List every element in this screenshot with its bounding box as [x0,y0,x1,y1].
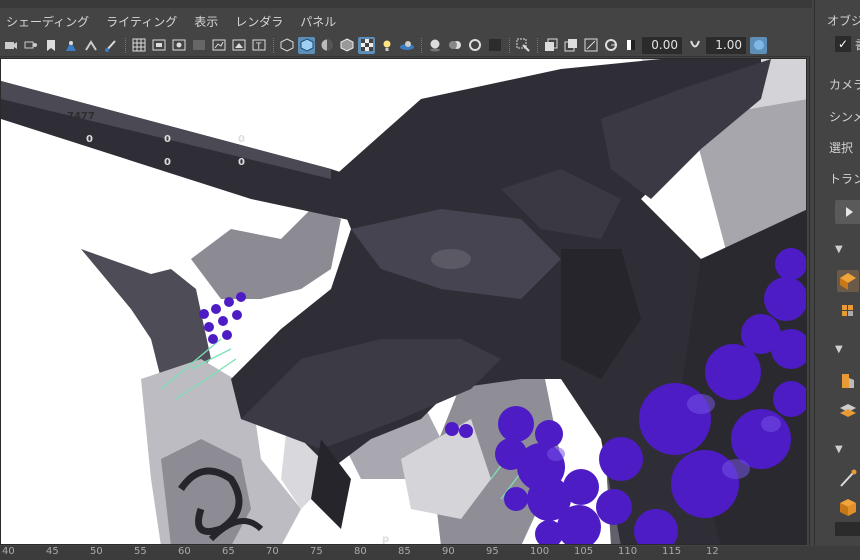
panel-toolbar: T 0.00 1.00 [0,34,810,57]
layers-tool-icon[interactable] [837,400,859,422]
hud-value: 0 [164,134,171,145]
side-scrollbar[interactable] [835,522,860,536]
curve-tool-icon[interactable] [837,468,859,490]
screen-space-ao-icon[interactable] [426,37,443,54]
bookmark-icon[interactable] [42,37,59,54]
camera-select-icon[interactable] [2,37,19,54]
two-d-pan-icon[interactable] [82,37,99,54]
timeline-tick: 45 [46,546,59,557]
shelf-tool-icon[interactable] [837,270,859,292]
grid-icon[interactable] [130,37,147,54]
timeline-tick: 50 [90,546,103,557]
hud-value: 0 [86,134,93,145]
toolbar-separator [509,37,511,53]
viewport-3d[interactable]: 7477 0 0 0 0 0 p [0,58,807,545]
side-checkbox[interactable]: ✓ [835,36,851,52]
depth-of-field-icon[interactable] [486,37,503,54]
side-row-camera[interactable]: カメラ [815,76,860,93]
side-row-transform[interactable]: トラン [815,170,860,187]
menu-show[interactable]: 表示 [194,13,218,30]
timeline-ruler[interactable]: 40 45 50 55 60 65 70 75 80 85 90 95 100 … [0,546,860,560]
timeline-tick: 12 [706,546,719,557]
timeline-tick: 80 [354,546,367,557]
default-material-icon[interactable] [318,37,335,54]
side-row-selection[interactable]: 選択 [815,139,860,156]
viewport-panel: シェーディング ライティング 表示 レンダラ パネル T 0.00 1.00 7… [0,8,810,545]
multisample-aa-icon[interactable] [466,37,483,54]
hud-value: 0 [164,157,171,168]
timeline-tick: 85 [398,546,411,557]
top-strip [0,0,812,8]
grease-pencil-icon[interactable] [102,37,119,54]
timeline-tick: 95 [486,546,499,557]
shadows-icon[interactable] [398,37,415,54]
timeline-tick: 115 [662,546,682,557]
timeline-tick: 90 [442,546,455,557]
timeline-tick: 100 [530,546,550,557]
panel-menu-bar: シェーディング ライティング 表示 レンダラ パネル [0,8,810,34]
grid-tool-icon[interactable] [837,300,859,322]
toolbar-separator [537,37,539,53]
menu-lighting[interactable]: ライティング [106,13,177,30]
safe-title-icon[interactable]: T [250,37,267,54]
gamma-field[interactable]: 1.00 [706,36,746,54]
use-all-lights-icon[interactable] [378,37,395,54]
gamma-icon[interactable] [686,37,703,54]
play-icon [846,207,853,217]
attribute-side-panel: オブジ ✓ 書 カメラ シンメ 選択 トラン ▼ ▼ ▼ [814,0,860,546]
exposure-field[interactable]: 0.00 [642,36,682,54]
xray-joints-icon[interactable] [582,37,599,54]
xray-icon[interactable] [542,37,559,54]
timeline-tick: 105 [574,546,594,557]
field-chart-icon[interactable] [210,37,227,54]
camera-attributes-icon[interactable] [22,37,39,54]
side-tab-object[interactable]: オブジ [815,12,860,29]
wireframe-icon[interactable] [278,37,295,54]
timeline-tick: 65 [222,546,235,557]
color-management-icon[interactable] [750,36,767,54]
safe-action-icon[interactable] [230,37,247,54]
timeline-tick: 70 [266,546,279,557]
section-toggle[interactable]: ▼ [835,244,843,255]
film-gate-icon[interactable] [150,37,167,54]
svg-text:T: T [255,42,262,51]
wireframe-on-shaded-icon[interactable] [338,37,355,54]
isolate-select-icon[interactable] [514,37,531,54]
deformer-tool-icon[interactable] [837,370,859,392]
resolution-gate-icon[interactable] [170,37,187,54]
menu-shading[interactable]: シェーディング [6,13,89,30]
timeline-tick: 40 [2,546,15,557]
hud-value: 0 [238,157,245,168]
smooth-shade-icon[interactable] [298,36,315,54]
timeline-tick: 60 [178,546,191,557]
gate-mask-icon[interactable] [190,37,207,54]
hud-value: 0 [238,134,245,145]
textured-icon[interactable] [358,36,375,54]
timeline-tick: 75 [310,546,323,557]
toolbar-separator [421,37,423,53]
section-toggle[interactable]: ▼ [835,444,843,455]
timeline-tick: 55 [134,546,147,557]
hud-value: 7477 [67,111,95,122]
cube-tool-icon[interactable] [837,496,859,518]
menu-panels[interactable]: パネル [300,13,336,30]
exposure-icon[interactable] [622,37,639,54]
section-toggle[interactable]: ▼ [835,344,843,355]
side-row-symmetry[interactable]: シンメ [815,108,860,125]
hud-value: p [382,534,390,545]
image-plane-icon[interactable] [62,37,79,54]
timeline-tick: 110 [618,546,638,557]
menu-renderer[interactable]: レンダラ [235,13,283,30]
xray-active-icon[interactable] [562,37,579,54]
toolbar-separator [273,37,275,53]
toolbar-separator [125,37,127,53]
side-checkbox-label: 書 [855,36,860,53]
backface-culling-icon[interactable] [602,37,619,54]
dragon-scene [1,59,806,544]
side-play-button[interactable] [835,200,860,224]
motion-blur-icon[interactable] [446,37,463,54]
